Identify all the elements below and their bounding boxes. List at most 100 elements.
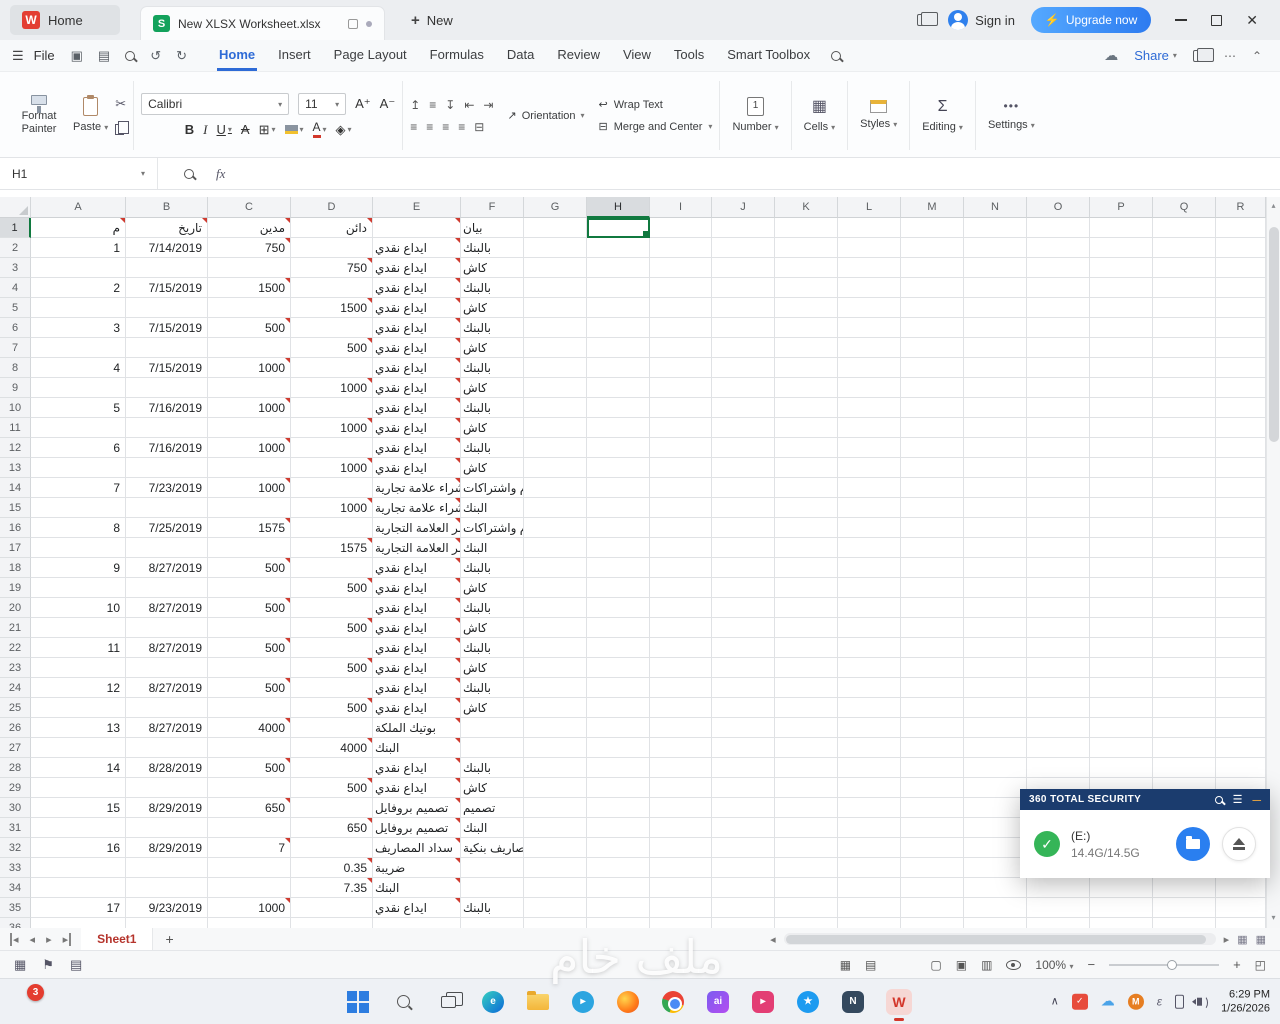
- cell-J13[interactable]: [712, 458, 775, 478]
- cell-F27[interactable]: [461, 738, 524, 758]
- italic-button[interactable]: I: [203, 122, 207, 138]
- cell-F29[interactable]: كاش: [461, 778, 524, 798]
- cell-J3[interactable]: [712, 258, 775, 278]
- cell-O10[interactable]: [1027, 398, 1090, 418]
- cell-E24[interactable]: ايداع نقدي: [373, 678, 461, 698]
- row-header-16[interactable]: 16: [0, 518, 31, 538]
- cell-M6[interactable]: [901, 318, 964, 338]
- cell-G26[interactable]: [524, 718, 587, 738]
- cell-L20[interactable]: [838, 598, 901, 618]
- cell-E25[interactable]: ايداع نقدي: [373, 698, 461, 718]
- last-sheet-icon[interactable]: ▸: [63, 933, 72, 946]
- cell-C22[interactable]: 500: [208, 638, 291, 658]
- col-header-G[interactable]: G: [524, 197, 587, 218]
- row-header-2[interactable]: 2: [0, 238, 31, 258]
- cell-A9[interactable]: [31, 378, 126, 398]
- cell-G30[interactable]: [524, 798, 587, 818]
- table-tools-icon[interactable]: ▦: [840, 958, 851, 972]
- row-header-27[interactable]: 27: [0, 738, 31, 758]
- cell-M27[interactable]: [901, 738, 964, 758]
- cell-A32[interactable]: 16: [31, 838, 126, 858]
- cell-J27[interactable]: [712, 738, 775, 758]
- cell-J36[interactable]: [712, 918, 775, 928]
- cell-B4[interactable]: 7/15/2019: [126, 278, 208, 298]
- cell-K22[interactable]: [775, 638, 838, 658]
- cell-G4[interactable]: [524, 278, 587, 298]
- cell-K16[interactable]: [775, 518, 838, 538]
- cell-B6[interactable]: 7/15/2019: [126, 318, 208, 338]
- cell-F2[interactable]: بالبنك: [461, 238, 524, 258]
- cell-Q21[interactable]: [1153, 618, 1216, 638]
- cell-C36[interactable]: [208, 918, 291, 928]
- cell-P20[interactable]: [1090, 598, 1153, 618]
- cell-R20[interactable]: [1216, 598, 1266, 618]
- cell-G12[interactable]: [524, 438, 587, 458]
- cell-B14[interactable]: 7/23/2019: [126, 478, 208, 498]
- cell-C11[interactable]: [208, 418, 291, 438]
- print-icon[interactable]: ▤: [98, 48, 110, 64]
- col-header-E[interactable]: E: [373, 197, 461, 218]
- cell-C27[interactable]: [208, 738, 291, 758]
- row-header-24[interactable]: 24: [0, 678, 31, 698]
- borders-button[interactable]: ⊞▾: [259, 122, 276, 138]
- col-header-P[interactable]: P: [1090, 197, 1153, 218]
- row-header-30[interactable]: 30: [0, 798, 31, 818]
- cell-I9[interactable]: [650, 378, 712, 398]
- cell-D21[interactable]: 500: [291, 618, 373, 638]
- cell-N34[interactable]: [964, 878, 1027, 898]
- row-header-15[interactable]: 15: [0, 498, 31, 518]
- cell-I6[interactable]: [650, 318, 712, 338]
- cell-B28[interactable]: 8/28/2019: [126, 758, 208, 778]
- cell-B16[interactable]: 7/25/2019: [126, 518, 208, 538]
- cell-B22[interactable]: 8/27/2019: [126, 638, 208, 658]
- col-header-A[interactable]: A: [31, 197, 126, 218]
- cell-A22[interactable]: 11: [31, 638, 126, 658]
- popup-search-icon[interactable]: [1215, 796, 1223, 804]
- col-header-F[interactable]: F: [461, 197, 524, 218]
- cell-L7[interactable]: [838, 338, 901, 358]
- cell-E5[interactable]: ايداع نقدي: [373, 298, 461, 318]
- cell-A36[interactable]: [31, 918, 126, 928]
- cell-O15[interactable]: [1027, 498, 1090, 518]
- row-header-5[interactable]: 5: [0, 298, 31, 318]
- cell-R23[interactable]: [1216, 658, 1266, 678]
- cell-G14[interactable]: [524, 478, 587, 498]
- cell-C32[interactable]: 7: [208, 838, 291, 858]
- cell-O27[interactable]: [1027, 738, 1090, 758]
- cell-G17[interactable]: [524, 538, 587, 558]
- cell-J24[interactable]: [712, 678, 775, 698]
- cell-R7[interactable]: [1216, 338, 1266, 358]
- cell-K7[interactable]: [775, 338, 838, 358]
- cell-F19[interactable]: كاش: [461, 578, 524, 598]
- cell-I30[interactable]: [650, 798, 712, 818]
- cell-E8[interactable]: ايداع نقدي: [373, 358, 461, 378]
- cell-D19[interactable]: 500: [291, 578, 373, 598]
- cell-P2[interactable]: [1090, 238, 1153, 258]
- cell-D2[interactable]: [291, 238, 373, 258]
- cell-Q2[interactable]: [1153, 238, 1216, 258]
- maximize-button[interactable]: [1211, 15, 1222, 26]
- cell-F26[interactable]: [461, 718, 524, 738]
- cell-L31[interactable]: [838, 818, 901, 838]
- tab-pin-icon[interactable]: [348, 19, 358, 29]
- cell-G35[interactable]: [524, 898, 587, 918]
- open-drive-button[interactable]: [1176, 827, 1210, 861]
- cell-L36[interactable]: [838, 918, 901, 928]
- cell-L16[interactable]: [838, 518, 901, 538]
- cell-R35[interactable]: [1216, 898, 1266, 918]
- cell-O22[interactable]: [1027, 638, 1090, 658]
- cell-G16[interactable]: [524, 518, 587, 538]
- cell-K21[interactable]: [775, 618, 838, 638]
- cell-O23[interactable]: [1027, 658, 1090, 678]
- cell-J26[interactable]: [712, 718, 775, 738]
- cell-I36[interactable]: [650, 918, 712, 928]
- cell-M18[interactable]: [901, 558, 964, 578]
- row-header-4[interactable]: 4: [0, 278, 31, 298]
- cell-C35[interactable]: 1000: [208, 898, 291, 918]
- cell-C15[interactable]: [208, 498, 291, 518]
- underline-button[interactable]: U▾: [217, 122, 232, 137]
- cell-D13[interactable]: 1000: [291, 458, 373, 478]
- col-header-O[interactable]: O: [1027, 197, 1090, 218]
- phone-link-icon[interactable]: [1175, 995, 1184, 1009]
- cell-M33[interactable]: [901, 858, 964, 878]
